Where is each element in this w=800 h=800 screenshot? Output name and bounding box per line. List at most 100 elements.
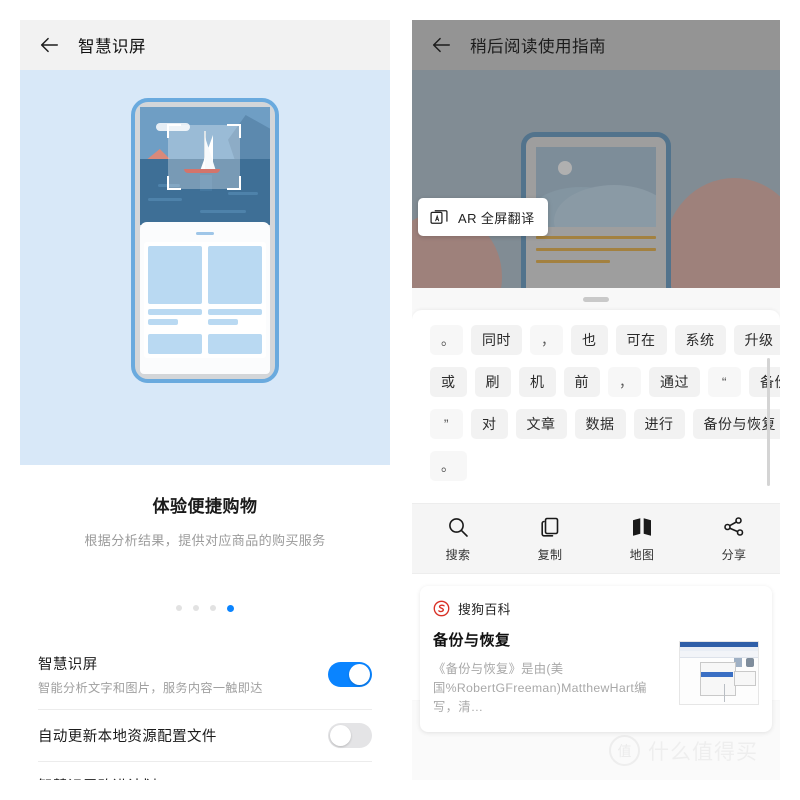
caption-subtitle: 根据分析结果，提供对应商品的购买服务 — [84, 533, 326, 548]
result-title: 备份与恢复 — [433, 632, 511, 649]
scan-corner-icon — [227, 176, 241, 190]
sheet-header — [412, 288, 780, 310]
word-chip[interactable]: 。 — [430, 451, 467, 481]
background-scene — [412, 70, 780, 288]
word-chip[interactable]: 系统 — [674, 325, 726, 355]
word-chip[interactable]: 。 — [430, 325, 463, 355]
word-chip[interactable]: 文章 — [515, 409, 567, 439]
word-chip[interactable]: 通过 — [649, 367, 700, 397]
page-dot[interactable] — [193, 605, 199, 611]
watermark: 值 什么值得买 — [609, 735, 758, 766]
product-grid — [148, 245, 262, 304]
thumb-submenu — [734, 671, 756, 687]
page-indicator — [20, 605, 390, 612]
chip-row: 。 — [430, 451, 766, 481]
setting-row-auto-update[interactable]: 自动更新本地资源配置文件 — [38, 710, 372, 763]
share-icon — [724, 517, 744, 536]
page-dot-active[interactable] — [227, 605, 234, 612]
phone-photo — [140, 107, 270, 225]
text-line — [208, 308, 262, 315]
word-chip[interactable]: 刷 — [474, 367, 511, 397]
sheet-body: 。 同时 ， 也 可在 系统 升级 或 刷 机 前 ， 通过 “ ” 对 文章 … — [412, 310, 780, 733]
scan-frame — [167, 124, 241, 190]
word-chip[interactable]: 进行 — [633, 409, 685, 439]
thumb-connector — [724, 684, 725, 703]
toggle-auto-update[interactable] — [328, 723, 372, 749]
screenshot-stage: 智慧识屏 体验便捷购物 根据分析结果，提供对应商品的购买服务 智慧识屏 智能分析… — [0, 0, 800, 800]
text-line — [148, 308, 202, 315]
sheet-content — [144, 241, 266, 358]
dim-overlay — [412, 70, 780, 288]
word-chip[interactable]: 备份 — [749, 367, 780, 397]
product-placeholder — [208, 333, 262, 354]
product-placeholder — [148, 245, 202, 304]
word-chip[interactable]: 机 — [519, 367, 556, 397]
page-dot[interactable] — [210, 605, 216, 611]
search-result-card[interactable]: 搜狗百科 备份与恢复 《备份与恢复》是由(美国%RobertGFreeman)M… — [420, 586, 772, 733]
word-chip[interactable]: 升级 — [733, 325, 780, 355]
result-thumbnail — [679, 641, 759, 706]
word-chip[interactable]: ” — [430, 409, 463, 439]
map-icon — [633, 518, 651, 536]
setting-subtitle: 智能分析文字和图片，服务内容一触即达 — [38, 681, 263, 695]
hero-illustration-area — [20, 70, 390, 465]
chips-scrollbar[interactable] — [767, 358, 770, 486]
word-chip[interactable]: ， — [608, 367, 641, 397]
action-label: 地图 — [629, 548, 655, 562]
settings-list: 智慧识屏 智能分析文字和图片，服务内容一触即达 自动更新本地资源配置文件 智慧识… — [20, 640, 390, 780]
result-source-name: 搜狗百科 — [458, 602, 511, 617]
word-chips-area: 。 同时 ， 也 可在 系统 升级 或 刷 机 前 ， 通过 “ ” 对 文章 … — [412, 310, 780, 503]
bottom-sheet: 。 同时 ， 也 可在 系统 升级 或 刷 机 前 ， 通过 “ ” 对 文章 … — [412, 288, 780, 733]
setting-texts: 自动更新本地资源配置文件 — [38, 725, 229, 746]
back-arrow-icon[interactable] — [430, 34, 452, 56]
text-line — [208, 318, 238, 325]
scan-corner-icon — [167, 176, 181, 190]
word-chip[interactable]: 可在 — [615, 325, 667, 355]
sogou-baike-icon — [433, 600, 450, 617]
caption-title: 体验便捷购物 — [152, 497, 258, 516]
right-phone-panel: 稍后阅读使用指南 AR 全屏翻译 。 同时 ， 也 可在 系统 升级 或 刷 机… — [412, 20, 780, 780]
copy-icon — [541, 517, 559, 537]
action-copy[interactable]: 复制 — [504, 504, 596, 573]
toggle-smart-screen[interactable] — [328, 662, 372, 688]
action-map[interactable]: 地图 — [596, 504, 688, 573]
drag-handle[interactable] — [583, 297, 609, 302]
back-arrow-icon[interactable] — [38, 34, 60, 56]
result-source-row: 搜狗百科 — [433, 599, 759, 618]
action-search[interactable]: 搜索 — [412, 504, 504, 573]
toggle-knob — [330, 725, 351, 747]
word-chip[interactable]: 对 — [471, 409, 508, 439]
left-header: 智慧识屏 — [20, 20, 390, 70]
word-chip[interactable]: ， — [530, 325, 563, 355]
setting-texts: 智慧识屏改进计划 为了提升用户体验，智慧识屏会将识图购物图 — [38, 775, 300, 780]
setting-row-smart-screen[interactable]: 智慧识屏 智能分析文字和图片，服务内容一触即达 — [38, 640, 372, 711]
word-chip[interactable]: 数据 — [574, 409, 626, 439]
page-dot[interactable] — [176, 605, 182, 611]
result-text-block: 备份与恢复 《备份与恢复》是由(美国%RobertGFreeman)Matthe… — [433, 629, 669, 717]
ar-fullscreen-translate-button[interactable]: AR 全屏翻译 — [418, 198, 549, 236]
right-header: 稍后阅读使用指南 — [412, 20, 780, 70]
setting-title: 自动更新本地资源配置文件 — [38, 729, 217, 746]
result-description: 《备份与恢复》是由(美国%RobertGFreeman)MatthewHart编… — [433, 662, 647, 715]
action-bar: 搜索 复制 地图 分享 — [412, 503, 780, 574]
setting-row-improvement-plan[interactable]: 智慧识屏改进计划 为了提升用户体验，智慧识屏会将识图购物图 — [38, 762, 372, 780]
action-share[interactable]: 分享 — [688, 504, 780, 573]
text-col — [148, 308, 202, 329]
word-chip[interactable]: “ — [708, 367, 741, 397]
setting-title: 智慧识屏 — [38, 657, 98, 673]
text-line — [148, 318, 178, 325]
word-chip[interactable]: 前 — [563, 367, 600, 397]
thumb-toolbar — [680, 651, 758, 659]
action-label: 分享 — [721, 548, 747, 562]
hero-caption: 体验便捷购物 根据分析结果，提供对应商品的购买服务 — [20, 465, 390, 612]
ar-translate-icon — [430, 210, 448, 224]
word-chip[interactable]: 也 — [571, 325, 608, 355]
watermark-logo: 值 — [609, 735, 640, 766]
thumb-context-menu — [700, 662, 736, 697]
watermark-text: 什么值得买 — [648, 740, 758, 764]
chip-row: ” 对 文章 数据 进行 备份与恢复 — [430, 409, 780, 439]
word-chip[interactable]: 或 — [430, 367, 467, 397]
setting-title: 智慧识屏改进计划 — [38, 775, 288, 780]
word-chip[interactable]: 同时 — [471, 325, 522, 355]
page-title: 稍后阅读使用指南 — [470, 38, 606, 56]
